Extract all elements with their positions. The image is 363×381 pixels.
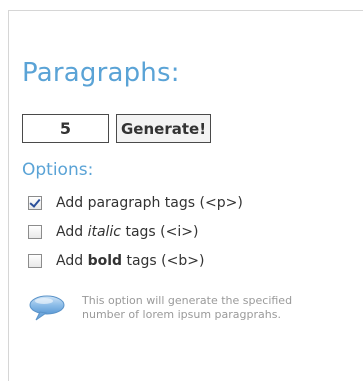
speech-bubble-icon bbox=[29, 295, 65, 321]
option-paragraph-tags[interactable]: Add paragraph tags (<p>) bbox=[28, 194, 243, 212]
paragraph-count-input[interactable] bbox=[22, 114, 109, 143]
option-italic-tags[interactable]: Add italic tags (<i>) bbox=[28, 223, 198, 241]
generate-button[interactable]: Generate! bbox=[116, 114, 212, 143]
option-bold-tags[interactable]: Add bold tags (<b>) bbox=[28, 252, 204, 270]
info-text: This option will generate the specified … bbox=[82, 294, 293, 321]
paragraph-tags-checkbox[interactable] bbox=[28, 196, 42, 210]
page-title: Paragraphs: bbox=[22, 58, 180, 88]
bold-tags-checkbox[interactable] bbox=[28, 254, 42, 268]
options-heading: Options: bbox=[22, 160, 94, 180]
option-label: Add italic tags (<i>) bbox=[56, 224, 199, 240]
option-label: Add bold tags (<b>) bbox=[56, 253, 205, 269]
option-label: Add paragraph tags (<p>) bbox=[56, 195, 243, 211]
italic-tags-checkbox[interactable] bbox=[28, 225, 42, 239]
